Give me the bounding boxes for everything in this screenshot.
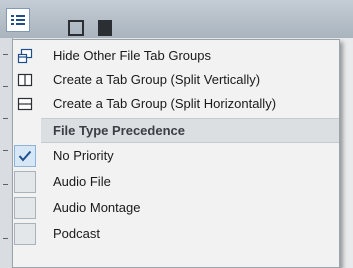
checkbox-audio-file[interactable]	[14, 171, 36, 193]
menu-option-audio-montage[interactable]: Audio Montage	[13, 196, 339, 220]
background-tick	[3, 238, 8, 239]
tab-group-icon	[13, 44, 37, 68]
split-horizontal-icon	[13, 92, 37, 116]
background-tick	[3, 150, 8, 151]
checkmark-icon	[18, 150, 32, 162]
menu-button[interactable]	[6, 8, 30, 32]
background-tick	[3, 118, 8, 119]
background-toolbar-icon	[98, 20, 112, 36]
checkbox-no-priority[interactable]	[14, 145, 36, 167]
menu-option-podcast[interactable]: Podcast	[13, 222, 339, 246]
background-tick	[3, 86, 8, 87]
menu-item-split-vertically[interactable]: Create a Tab Group (Split Vertically)	[13, 68, 339, 92]
background-tick	[3, 54, 8, 55]
background-window-icon	[68, 20, 84, 36]
menu-item-hide-other-tab-groups[interactable]: Hide Other File Tab Groups	[13, 44, 339, 68]
checkbox-podcast[interactable]	[14, 223, 36, 245]
menu-option-label: No Priority	[53, 148, 114, 163]
menu-option-no-priority[interactable]: No Priority	[13, 144, 339, 168]
section-header-file-type-precedence: File Type Precedence	[41, 118, 339, 143]
menu-option-label: Audio Montage	[53, 200, 141, 215]
background-toolbar	[0, 0, 353, 38]
menu-item-label: Hide Other File Tab Groups	[53, 48, 211, 63]
context-menu: Hide Other File Tab Groups Create a Tab …	[12, 39, 340, 268]
menu-item-split-horizontally[interactable]: Create a Tab Group (Split Horizontally)	[13, 92, 339, 116]
menu-item-label: Create a Tab Group (Split Vertically)	[53, 72, 261, 87]
section-header-label: File Type Precedence	[53, 123, 185, 138]
menu-option-label: Audio File	[53, 174, 111, 189]
menu-option-audio-file[interactable]: Audio File	[13, 170, 339, 194]
menu-option-label: Podcast	[53, 226, 100, 241]
split-vertical-icon	[13, 68, 37, 92]
background-tick	[3, 184, 8, 185]
checkbox-audio-montage[interactable]	[14, 197, 36, 219]
app-window: Hide Other File Tab Groups Create a Tab …	[0, 0, 353, 268]
menu-item-label: Create a Tab Group (Split Horizontally)	[53, 96, 277, 111]
list-menu-icon	[11, 15, 25, 25]
